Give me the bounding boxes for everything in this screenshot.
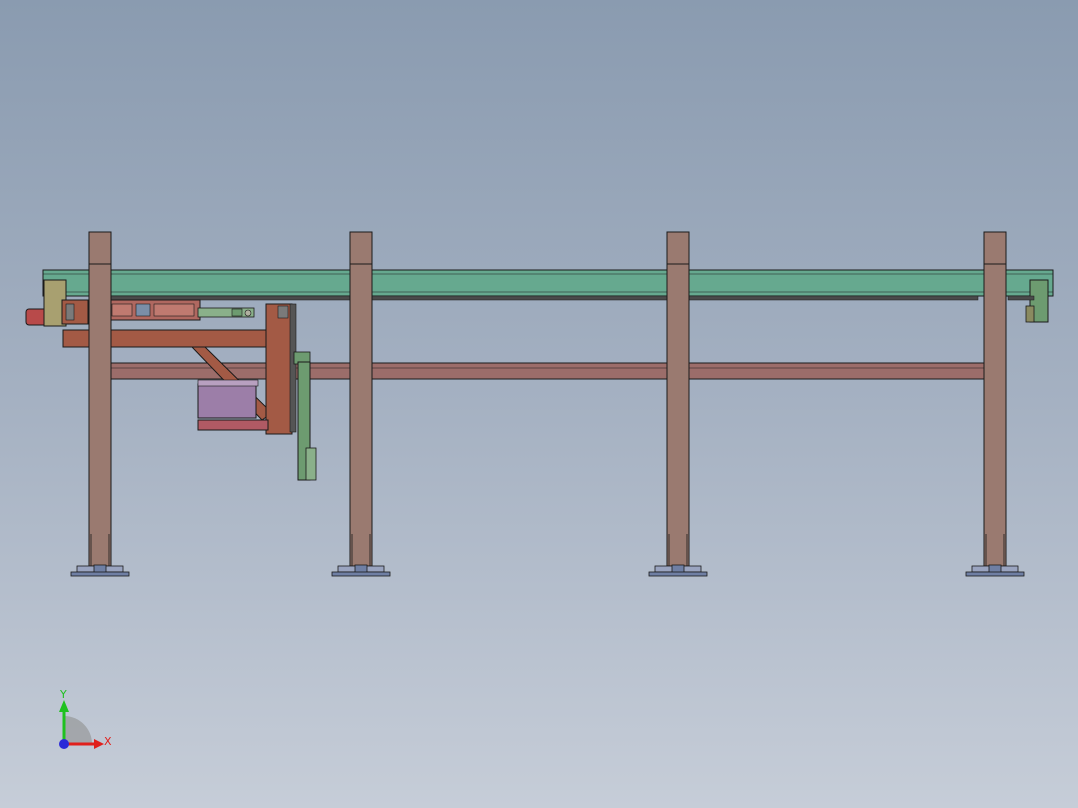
column-base-plate xyxy=(70,564,130,577)
x-axis-label: X xyxy=(104,735,112,748)
column-base-plate xyxy=(648,564,708,577)
column-base-plate xyxy=(331,564,391,577)
coordinate-triad-icon: Y X xyxy=(59,688,112,749)
cad-viewport[interactable]: Y X xyxy=(0,0,1078,808)
lower-cross-beam[interactable] xyxy=(107,362,985,380)
z-axis-dot xyxy=(59,739,69,749)
y-axis-label: Y xyxy=(59,688,67,701)
top-guide-rail[interactable] xyxy=(42,269,1054,301)
column-base-plate xyxy=(965,564,1025,577)
gearbox-motor[interactable] xyxy=(197,383,257,419)
gantry-frame-icon[interactable]: Y X xyxy=(0,0,1078,808)
